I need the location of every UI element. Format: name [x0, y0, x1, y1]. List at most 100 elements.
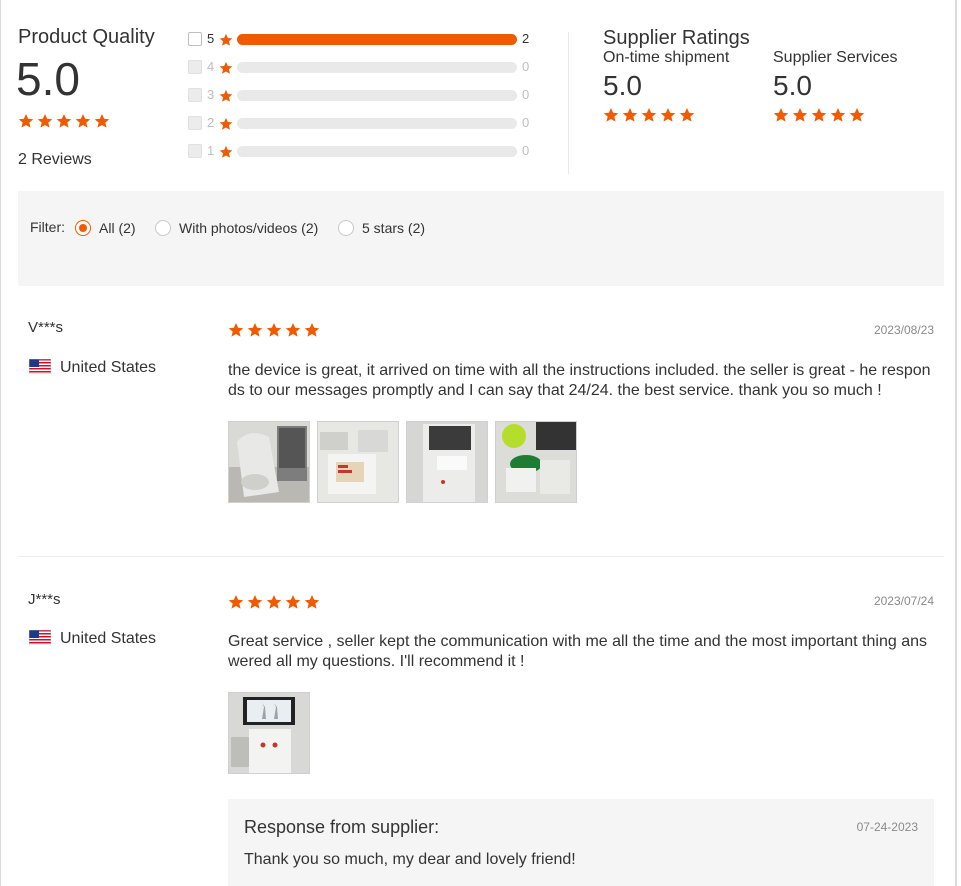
product-quality-title: Product Quality	[18, 26, 155, 48]
rating-row-3[interactable]: 3 0	[188, 87, 538, 105]
rating-star-number: 2	[207, 115, 215, 130]
star-icon	[219, 117, 233, 131]
review-date: 2023/08/23	[873, 323, 934, 337]
review-date: 2023/07/24	[873, 594, 934, 608]
rating-row-5[interactable]: 5 2	[188, 31, 538, 49]
review-photo-thumbnail[interactable]	[406, 421, 488, 503]
star-icon	[56, 113, 72, 129]
rating-count: 0	[522, 143, 530, 158]
rating-bar	[237, 118, 517, 129]
supplier-response-date: 07-24-2023	[856, 820, 918, 834]
rating-count: 0	[522, 115, 530, 130]
review-photo-thumbnail[interactable]	[228, 692, 310, 774]
star-icon	[304, 594, 320, 610]
star-icon	[266, 594, 282, 610]
star-icon	[830, 107, 846, 123]
rating-bar	[237, 34, 517, 45]
star-icon	[219, 145, 233, 159]
star-icon	[219, 89, 233, 103]
frame-border-right	[955, 0, 957, 886]
rating-checkbox[interactable]	[188, 116, 202, 130]
review-stars	[228, 594, 320, 610]
rating-bar-fill	[237, 34, 517, 45]
star-icon	[660, 107, 676, 123]
on-time-shipment-label: On-time shipment	[603, 49, 730, 66]
rating-checkbox[interactable]	[188, 88, 202, 102]
star-icon	[18, 113, 34, 129]
filter-all-radio[interactable]	[75, 220, 91, 236]
review-separator	[18, 556, 944, 557]
product-quality-score: 5.0	[16, 53, 80, 105]
reviewer-name: J***s	[28, 591, 61, 608]
rating-count: 0	[522, 59, 530, 74]
filter-photos-radio[interactable]	[155, 220, 171, 236]
reviewer-country: United States	[60, 630, 157, 647]
rating-star-number: 5	[207, 31, 215, 46]
rating-row-4[interactable]: 4 0	[188, 59, 538, 77]
rating-checkbox[interactable]	[188, 60, 202, 74]
star-icon	[228, 322, 244, 338]
star-icon	[641, 107, 657, 123]
supplier-response-panel	[228, 799, 934, 886]
us-flag-icon	[29, 359, 51, 374]
star-icon	[679, 107, 695, 123]
supplier-services-stars	[773, 107, 865, 123]
on-time-shipment-score: 5.0	[603, 70, 642, 101]
section-divider	[568, 32, 569, 174]
filter-label: Filter:	[30, 219, 65, 235]
rating-star-number: 4	[207, 59, 215, 74]
star-icon	[228, 594, 244, 610]
filter-panel	[18, 191, 944, 286]
rating-count: 2	[522, 31, 530, 46]
rating-checkbox[interactable]	[188, 32, 202, 46]
star-icon	[622, 107, 638, 123]
rating-star-number: 3	[207, 87, 215, 102]
review-photo-thumbnail[interactable]	[317, 421, 399, 503]
star-icon	[849, 107, 865, 123]
reviews-count: 2 Reviews	[18, 151, 92, 168]
star-icon	[219, 61, 233, 75]
review-photo-thumbnail[interactable]	[495, 421, 577, 503]
rating-bar	[237, 90, 517, 101]
product-quality-stars	[18, 113, 110, 129]
review-text: Great service , seller kept the communic…	[228, 633, 927, 670]
on-time-shipment-stars	[603, 107, 695, 123]
review-text: the device is great, it arrived on time …	[228, 362, 931, 399]
rating-bar	[237, 62, 517, 73]
filter-photos-label[interactable]: With photos/videos (2)	[179, 220, 318, 236]
review-stars	[228, 322, 320, 338]
star-icon	[266, 322, 282, 338]
star-icon	[285, 594, 301, 610]
filter-5-stars-radio[interactable]	[338, 220, 354, 236]
supplier-ratings-title: Supplier Ratings	[603, 27, 750, 49]
rating-count: 0	[522, 87, 530, 102]
supplier-response-title: Response from supplier:	[244, 817, 440, 837]
star-icon	[285, 322, 301, 338]
rating-checkbox[interactable]	[188, 144, 202, 158]
rating-row-2[interactable]: 2 0	[188, 115, 538, 133]
star-icon	[219, 33, 233, 47]
star-icon	[773, 107, 789, 123]
star-icon	[811, 107, 827, 123]
star-icon	[37, 113, 53, 129]
reviewer-country: United States	[60, 359, 157, 376]
rating-star-number: 1	[207, 143, 215, 158]
us-flag-icon	[29, 630, 51, 645]
reviewer-name: V***s	[28, 319, 64, 336]
supplier-services-score: 5.0	[773, 70, 812, 101]
rating-row-1[interactable]: 1 0	[188, 143, 538, 161]
star-icon	[603, 107, 619, 123]
star-icon	[94, 113, 110, 129]
star-icon	[247, 594, 263, 610]
star-icon	[75, 113, 91, 129]
star-icon	[304, 322, 320, 338]
frame-border-left	[0, 0, 1, 886]
star-icon	[247, 322, 263, 338]
review-photo-thumbnail[interactable]	[228, 421, 310, 503]
rating-bar	[237, 146, 517, 157]
filter-all-label[interactable]: All (2)	[99, 220, 136, 236]
star-icon	[792, 107, 808, 123]
supplier-services-label: Supplier Services	[773, 49, 898, 66]
filter-5-stars-label[interactable]: 5 stars (2)	[362, 220, 425, 236]
supplier-response-text: Thank you so much, my dear and lovely fr…	[244, 851, 576, 868]
